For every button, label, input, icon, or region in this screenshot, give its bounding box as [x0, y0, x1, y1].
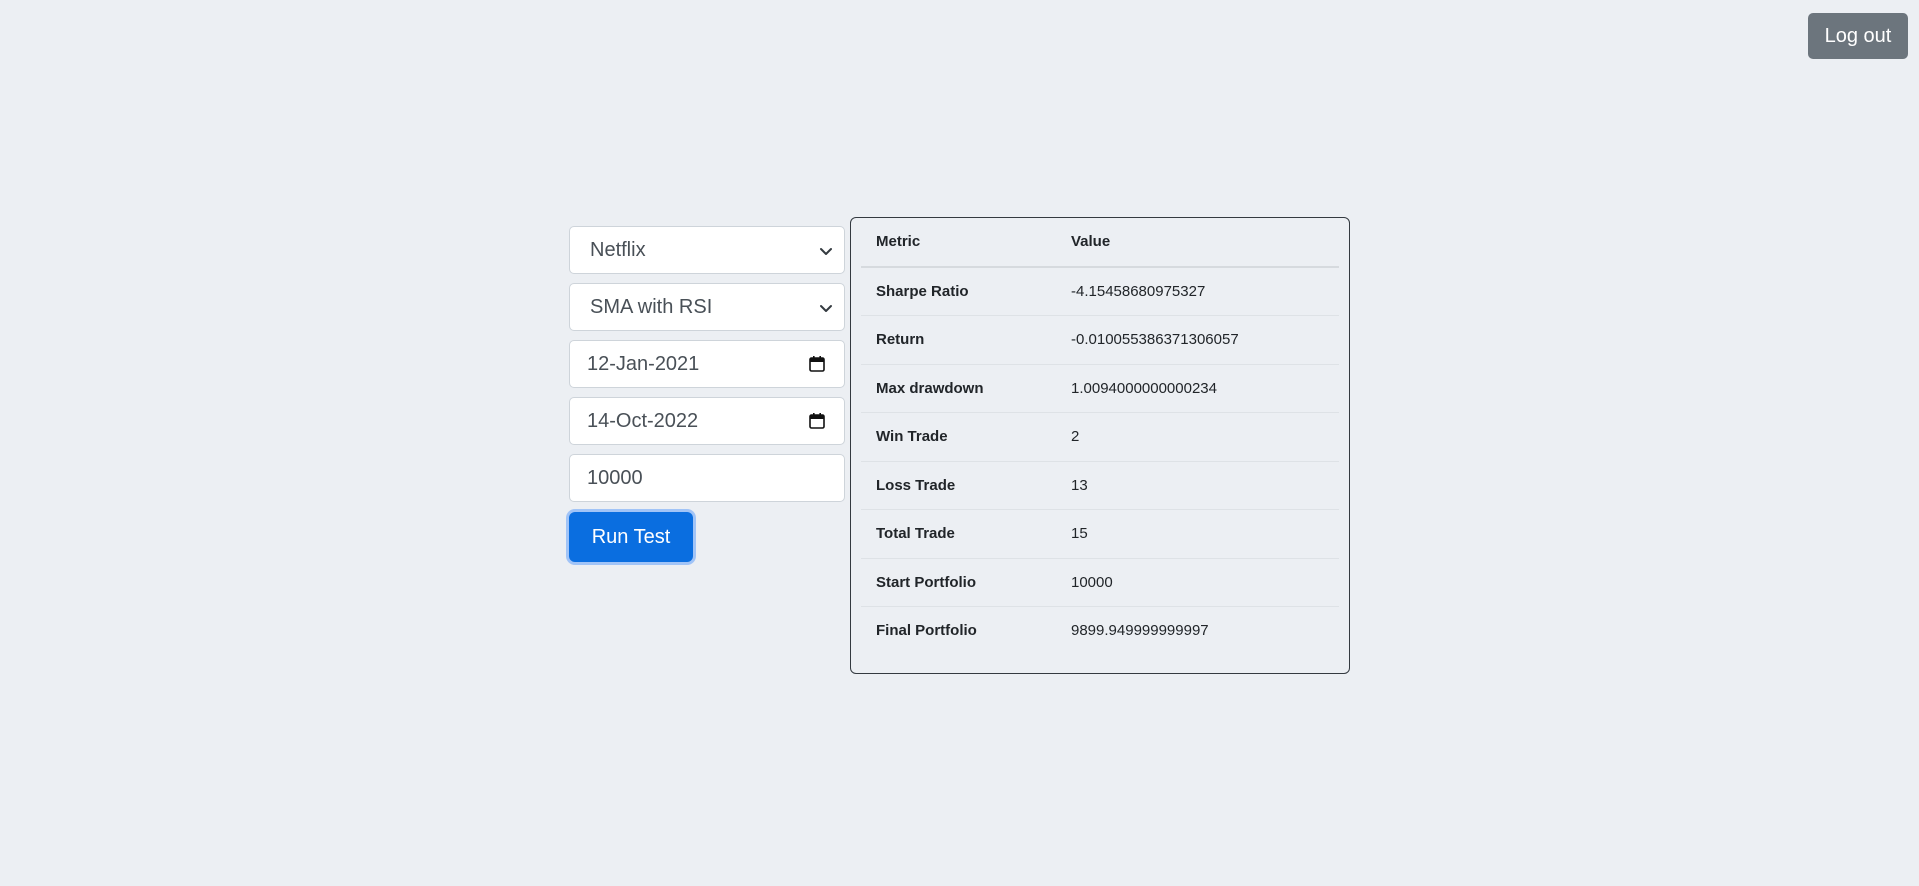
metric-column-header: Metric	[861, 218, 1056, 268]
value-cell: 1.0094000000000234	[1056, 364, 1339, 413]
end-date-value: 14-Oct-2022	[587, 409, 699, 432]
chevron-down-icon	[820, 248, 832, 255]
metric-cell: Final Portfolio	[876, 622, 977, 640]
backtest-form: Netflix SMA with RSI 12-Jan-2021 14-Oct-…	[569, 226, 845, 562]
table-row: Max drawdown 1.0094000000000234	[861, 364, 1339, 413]
start-date-input[interactable]: 12-Jan-2021	[569, 340, 845, 388]
logout-button[interactable]: Log out	[1808, 13, 1908, 59]
value-cell: -0.010055386371306057	[1056, 315, 1339, 365]
metric-cell: Start Portfolio	[861, 558, 1056, 607]
results-panel: Metric Value Sharpe Ratio -4.15458680975…	[850, 217, 1350, 674]
chevron-down-icon	[820, 305, 832, 312]
metric-cell: Max drawdown	[861, 364, 1056, 413]
table-row: Win Trade 2	[861, 412, 1339, 462]
value-cell: 9899.949999999997	[1071, 622, 1209, 640]
calendar-icon[interactable]	[808, 355, 826, 373]
metric-cell: Win Trade	[861, 412, 1056, 462]
capital-value: 10000	[587, 466, 643, 489]
metric-cell: Return	[861, 315, 1056, 365]
strategy-select[interactable]: SMA with RSI	[569, 283, 845, 331]
metric-cell: Total Trade	[861, 509, 1056, 559]
strategy-select-value: SMA with RSI	[590, 295, 713, 318]
value-cell: 10000	[1056, 558, 1339, 607]
results-table: Metric Value Sharpe Ratio -4.15458680975…	[861, 218, 1339, 655]
table-row: Loss Trade 13	[861, 461, 1339, 510]
company-select-value: Netflix	[590, 238, 646, 261]
value-cell: 15	[1056, 509, 1339, 559]
run-test-button[interactable]: Run Test	[569, 512, 693, 562]
capital-input[interactable]: 10000	[569, 454, 845, 502]
metric-cell: Sharpe Ratio	[861, 266, 1056, 316]
table-row: Return -0.010055386371306057	[861, 315, 1339, 365]
value-cell: -4.15458680975327	[1056, 266, 1339, 316]
start-date-value: 12-Jan-2021	[587, 352, 700, 375]
calendar-icon[interactable]	[808, 412, 826, 430]
table-row: Final Portfolio 9899.949999999997	[861, 607, 1339, 655]
metric-cell: Loss Trade	[861, 461, 1056, 510]
table-header-row: Metric Value	[861, 218, 1339, 268]
table-row: Total Trade 15	[861, 509, 1339, 559]
table-row: Sharpe Ratio -4.15458680975327	[861, 266, 1339, 316]
table-row: Start Portfolio 10000	[861, 558, 1339, 607]
end-date-input[interactable]: 14-Oct-2022	[569, 397, 845, 445]
value-column-header: Value	[1056, 218, 1339, 268]
company-select[interactable]: Netflix	[569, 226, 845, 274]
value-cell: 13	[1056, 461, 1339, 510]
value-cell: 2	[1056, 412, 1339, 462]
